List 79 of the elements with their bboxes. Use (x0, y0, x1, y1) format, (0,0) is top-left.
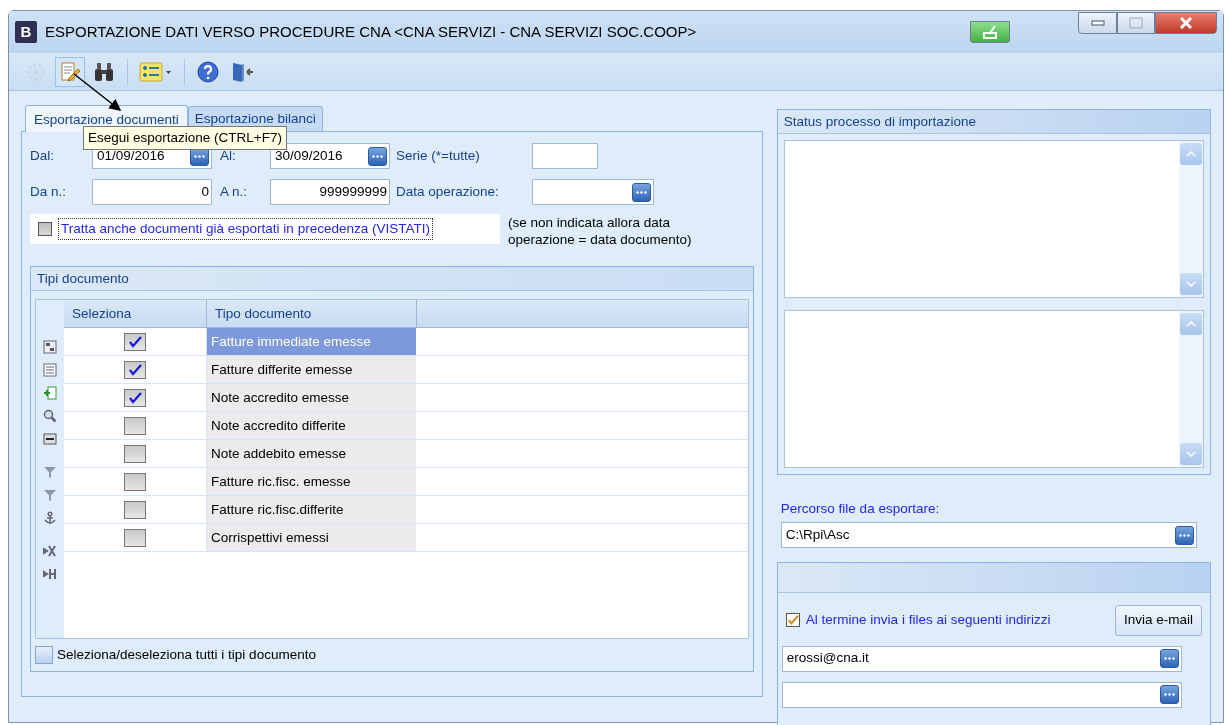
date-picker-button[interactable] (632, 182, 651, 202)
list-dropdown-icon (139, 60, 173, 83)
table-cell[interactable]: Fatture differite emesse (207, 356, 416, 383)
email-field[interactable] (781, 681, 1182, 708)
browse-button[interactable] (1159, 649, 1179, 668)
send-email-button[interactable]: Invia e-mail (1114, 605, 1202, 636)
edit-button[interactable] (970, 21, 1010, 43)
checkbox[interactable] (124, 528, 146, 547)
checkbox[interactable] (124, 472, 146, 491)
checkbox-label[interactable]: Seleziona/deseleziona tutti i tipi documento (57, 645, 316, 666)
input-field[interactable] (532, 143, 598, 169)
checkbox[interactable] (124, 360, 146, 379)
layout-icon[interactable] (43, 340, 57, 354)
ellipsis-icon (1163, 657, 1175, 660)
table-cell[interactable]: Corrispettivi emessi (207, 524, 416, 551)
chevron-down-icon (1186, 281, 1196, 287)
maximize-icon (1129, 17, 1143, 29)
field-label: Dal: (30, 146, 55, 165)
app-logo: B (15, 21, 37, 43)
field-label: Serie (*=tutte) (396, 146, 481, 165)
chevron-up-icon (1186, 321, 1196, 327)
edit-document-button[interactable] (55, 56, 85, 87)
group-header: Tipi documento (31, 267, 753, 291)
checkbox[interactable] (35, 646, 53, 665)
checkbox[interactable] (124, 500, 146, 519)
ellipsis-icon (194, 154, 205, 158)
path-field[interactable]: C:\Rpi\Asc (780, 522, 1197, 549)
checkbox-label[interactable]: Tratta anche documenti già esportati in precedenza (VISTATI) (58, 217, 433, 241)
field-label: Percorso file da esportare: (780, 500, 941, 518)
table-cell[interactable]: Fatture ric.fisc.differite (207, 496, 416, 523)
anchor-icon[interactable] (43, 511, 57, 525)
maximize-button[interactable] (1117, 12, 1155, 34)
column-header: Seleziona (64, 300, 207, 327)
search-icon[interactable] (43, 409, 57, 423)
filter-icon[interactable] (43, 488, 57, 502)
note-text: (se non indicata allora data operazione = data documento) (508, 214, 693, 248)
date-field[interactable] (532, 179, 654, 205)
input-field[interactable]: 999999999 (270, 179, 390, 205)
field-label: Da n.: (30, 182, 68, 201)
chevron-up-icon (1186, 151, 1196, 157)
field-label: Data operazione: (396, 182, 500, 201)
ellipsis-icon (1163, 693, 1175, 696)
group-header: Status processo di importazione (777, 110, 1210, 134)
table-cell[interactable]: Note accredito differite (207, 412, 416, 439)
remove-icon[interactable] (43, 544, 57, 558)
list-icon[interactable] (43, 363, 57, 377)
date-picker-button[interactable] (368, 146, 387, 166)
table-cell[interactable]: Note addebito emesse (207, 440, 416, 467)
tooltip: Esegui esportazione (CTRL+F7) (83, 126, 287, 151)
binoculars-icon (93, 60, 115, 83)
close-icon (1178, 16, 1194, 30)
checkbox[interactable] (124, 416, 146, 435)
email-field[interactable]: erossi@cna.it (781, 645, 1182, 672)
minimize-button[interactable] (1078, 12, 1117, 34)
chevron-down-icon (1186, 451, 1196, 457)
field-label: A n.: (220, 182, 249, 201)
checkbox[interactable] (124, 332, 146, 351)
add-row-icon[interactable] (43, 386, 57, 400)
checkbox[interactable] (124, 388, 146, 407)
window-title: ESPORTAZIONE DATI VERSO PROCEDURE CNA <CNA SERVIZI - CNA SERVIZI SOC.COOP> (45, 21, 697, 42)
filter-icon[interactable] (43, 465, 57, 479)
checkbox[interactable] (785, 613, 800, 628)
checkbox[interactable] (38, 222, 52, 236)
input-field[interactable]: 0 (92, 179, 212, 205)
edit-document-icon (59, 60, 81, 83)
close-button[interactable] (1155, 12, 1217, 34)
ellipsis-icon (372, 154, 383, 158)
ellipsis-icon (1178, 533, 1190, 537)
table-cell[interactable]: Fatture ric.fisc. emesse (207, 468, 416, 495)
ellipsis-icon (636, 190, 647, 194)
checkbox[interactable] (124, 444, 146, 463)
column-header: Tipo documento (207, 300, 417, 327)
pen-tray-icon (981, 25, 999, 39)
minimize-icon (1090, 20, 1105, 26)
browse-button[interactable] (1159, 685, 1179, 704)
table-cell[interactable]: Note accredito emesse (207, 384, 416, 411)
browse-button[interactable] (1174, 525, 1194, 545)
help-icon (196, 59, 220, 84)
checkbox-label[interactable]: Al termine invia i files ai seguenti indirizzi (805, 610, 1051, 631)
